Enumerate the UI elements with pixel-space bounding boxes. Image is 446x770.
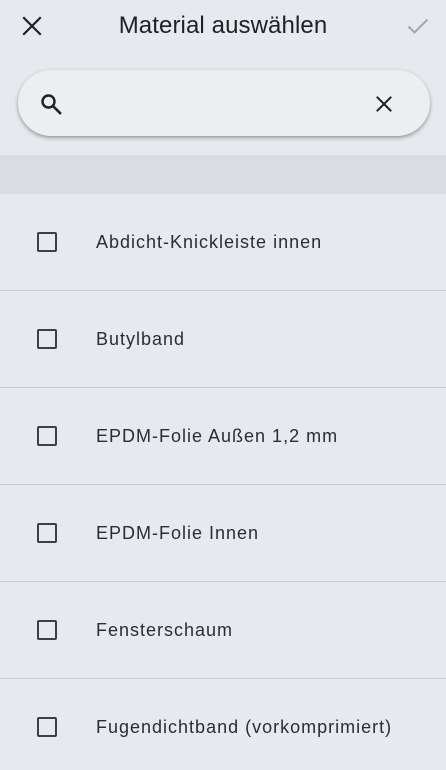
section-band	[0, 155, 446, 194]
search-bar	[18, 70, 430, 136]
list-item[interactable]: Butylband	[0, 291, 446, 388]
list-item[interactable]: Fensterschaum	[0, 582, 446, 679]
checkbox[interactable]	[37, 523, 57, 543]
checkbox[interactable]	[37, 329, 57, 349]
item-label: Fugendichtband (vorkomprimiert)	[96, 717, 393, 737]
list-item[interactable]: Fugendichtband (vorkomprimiert)	[0, 679, 446, 770]
item-label: EPDM-Folie Außen 1,2 mm	[96, 426, 339, 446]
material-select-screen: Material auswählen Abdicht-Knickleiste i…	[0, 0, 446, 770]
checkbox[interactable]	[37, 426, 57, 446]
clear-search-button[interactable]	[372, 92, 396, 116]
item-label: Fensterschaum	[96, 620, 234, 640]
checkbox[interactable]	[37, 717, 57, 737]
checkbox[interactable]	[37, 620, 57, 640]
page-title: Material auswählen	[118, 12, 328, 39]
item-label: EPDM-Folie Innen	[96, 523, 260, 543]
clear-icon	[376, 96, 392, 112]
header: Material auswählen	[0, 0, 446, 52]
search-input[interactable]	[80, 88, 364, 120]
list-item[interactable]: EPDM-Folie Außen 1,2 mm	[0, 388, 446, 485]
list-item[interactable]: Abdicht-Knickleiste innen	[0, 194, 446, 291]
item-label: Abdicht-Knickleiste innen	[96, 232, 323, 252]
list-item[interactable]: EPDM-Folie Innen	[0, 485, 446, 582]
checkbox[interactable]	[37, 232, 57, 252]
material-list: Abdicht-Knickleiste innen Butylband EPDM…	[0, 194, 446, 770]
search-icon	[41, 94, 62, 115]
confirm-button[interactable]	[400, 8, 436, 44]
item-label: Butylband	[96, 329, 186, 349]
checkmark-icon	[407, 18, 429, 34]
